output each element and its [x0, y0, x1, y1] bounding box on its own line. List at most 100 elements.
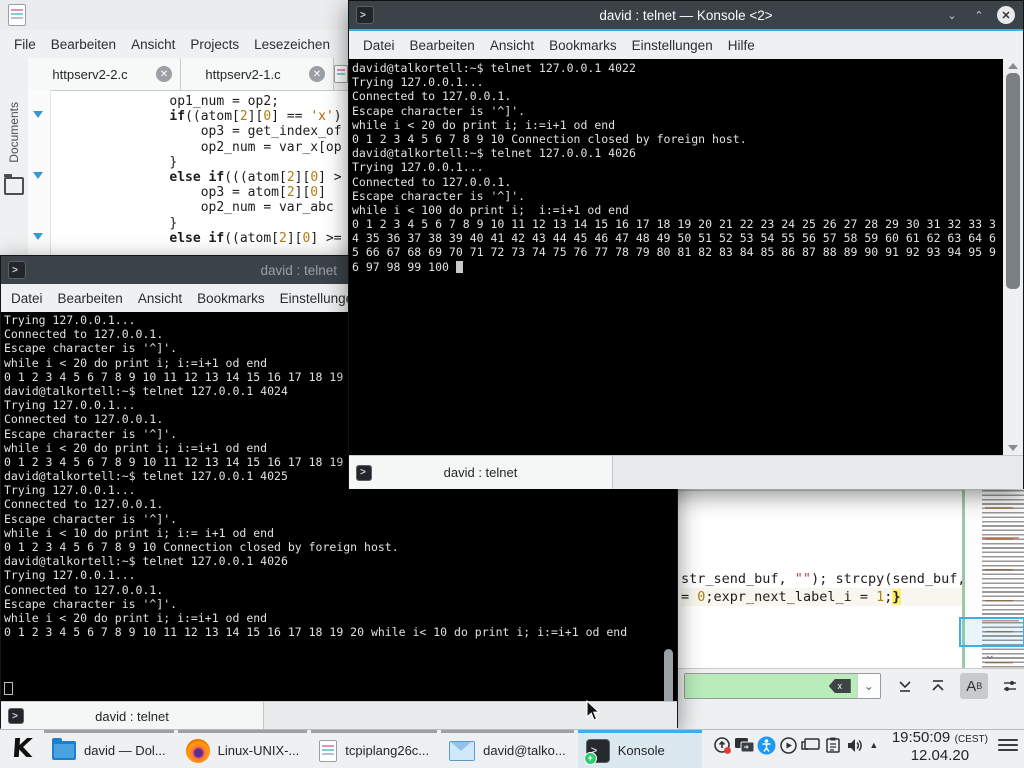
terminal-line: Connected to 127.0.0.1.	[352, 175, 1003, 189]
konsole-menu-item[interactable]: Bearbeiten	[58, 291, 123, 306]
konsole-icon: > +	[586, 739, 610, 763]
konsole-menu-item[interactable]: Ansicht	[490, 38, 534, 53]
fold-arrow-icon[interactable]	[33, 111, 43, 118]
terminal-line: david@talkortell:~$ telnet 127.0.0.1 402…	[352, 146, 1003, 160]
document-icon	[319, 740, 337, 762]
minimap-viewport[interactable]	[959, 617, 1024, 647]
tab-label: david : telnet	[349, 465, 612, 480]
scrollbar-track[interactable]	[1003, 59, 1023, 455]
terminal-line: Connected to 127.0.0.1.	[352, 89, 1003, 103]
konsole-menu-item[interactable]: Ansicht	[138, 291, 182, 306]
minimize-button[interactable]: ⌄	[943, 6, 961, 24]
scroll-down-icon[interactable]: ⌄	[984, 649, 996, 659]
close-button[interactable]: ✕	[997, 6, 1015, 24]
konsole-menu-item[interactable]: Datei	[363, 38, 395, 53]
terminal-line: david@talkortell:~$ telnet 127.0.0.1 402…	[4, 554, 677, 568]
clock-timezone: (CEST)	[955, 734, 988, 745]
find-previous-button[interactable]	[925, 673, 953, 699]
terminal-line: Escape character is '^]'.	[4, 512, 677, 526]
konsole-menu-item[interactable]: Einstellungen	[632, 38, 713, 53]
terminal-line: Connected to 127.0.0.1.	[4, 497, 677, 511]
firefox-icon	[186, 739, 210, 763]
terminal-tab[interactable]: > david : telnet	[1, 702, 264, 730]
kate-menu-item[interactable]: Ansicht	[131, 37, 175, 52]
terminal-line: Trying 127.0.0.1...	[352, 160, 1003, 174]
task-firefox[interactable]: Linux-UNIX-...	[178, 730, 308, 768]
search-history-dropdown-icon[interactable]: ⌄	[857, 674, 880, 698]
kate-menu-item[interactable]: File	[14, 37, 36, 52]
window-title: david : telnet	[260, 263, 337, 278]
terminal-line: Escape character is '^]'.	[352, 104, 1003, 118]
tab-httpserv2-2[interactable]: httpserv2-2.c ✕	[28, 58, 181, 90]
terminal-line: while i < 10 do print i; i:= i+1 od end	[4, 526, 677, 540]
task-document[interactable]: tcpiplang26c...	[311, 730, 437, 768]
scroll-down-icon[interactable]	[1008, 445, 1018, 451]
tab-httpserv2-1[interactable]: httpserv2-1.c ✕	[181, 58, 334, 90]
display-config-tray-icon[interactable]	[734, 730, 756, 760]
konsole-menu-item[interactable]: Bearbeiten	[410, 38, 475, 53]
digital-clock[interactable]: 19:50:09 (CEST) 12.04.20	[892, 730, 988, 768]
maximize-button[interactable]: ⌃	[970, 6, 988, 24]
terminal-line: 0 1 2 3 4 5 6 7 8 9 10 Connection closed…	[352, 132, 1003, 146]
folder-icon	[52, 741, 76, 760]
scrollbar-thumb[interactable]	[1006, 73, 1020, 289]
terminal-front[interactable]: david@talkortell:~$ telnet 127.0.0.1 402…	[349, 59, 1003, 455]
terminal-line: while i < 100 do print i; i:=i+1 od end	[352, 203, 1003, 217]
clock-time: 19:50:09	[892, 729, 950, 746]
terminal-line: 0 1 2 3 4 5 6 7 8 9 10 11 12 13 14 15 16…	[4, 625, 677, 639]
task-konsole[interactable]: > + Konsole	[578, 730, 702, 768]
updates-tray-icon[interactable]	[712, 730, 734, 760]
terminal-line: Escape character is '^]'.	[4, 597, 677, 611]
device-notifier-tray-icon[interactable]	[800, 730, 822, 760]
terminal-line	[4, 668, 677, 682]
search-input[interactable]: x ⌄	[684, 673, 881, 699]
documents-sidebar-tab[interactable]: Documents	[7, 102, 21, 163]
search-bar: x ⌄ AB	[656, 668, 1024, 703]
konsole-window-front: > david : telnet — Konsole <2> ⌄ ⌃ ✕ Dat…	[348, 0, 1024, 489]
application-launcher-button[interactable]: K	[0, 730, 44, 768]
kate-menu-item[interactable]: Lesezeichen	[254, 37, 330, 52]
task-dolphin[interactable]: david — Dol...	[44, 730, 174, 768]
terminal-line: Trying 127.0.0.1...	[352, 75, 1003, 89]
media-player-tray-icon[interactable]	[778, 730, 800, 760]
find-next-button[interactable]	[891, 673, 919, 699]
panel-settings-icon[interactable]	[998, 730, 1018, 760]
kate-menu-item[interactable]: Projects	[190, 37, 239, 52]
konsole-icon: >	[8, 261, 26, 279]
close-icon[interactable]: ✕	[156, 66, 172, 82]
clear-search-icon[interactable]: x	[829, 679, 851, 693]
konsole-back-tabbar: > david : telnet	[1, 701, 677, 730]
konsole-menu-item[interactable]: Hilfe	[728, 38, 755, 53]
terminal-line	[4, 639, 677, 653]
terminal-line	[4, 654, 677, 668]
document-icon	[8, 4, 26, 26]
terminal-line: Trying 127.0.0.1...	[4, 568, 677, 582]
close-icon[interactable]: ✕	[309, 66, 325, 82]
konsole-menu-item[interactable]: Bookmarks	[197, 291, 265, 306]
filesystem-icon[interactable]	[4, 177, 24, 195]
konsole-menu-item[interactable]: Datei	[11, 291, 43, 306]
scroll-up-icon[interactable]	[1008, 63, 1018, 69]
konsole-front-titlebar[interactable]: > david : telnet — Konsole <2> ⌄ ⌃ ✕	[349, 1, 1023, 29]
terminal-line: while i < 20 do print i; i:=i+1 od end	[4, 611, 677, 625]
scrollbar-thumb[interactable]	[664, 649, 673, 701]
clipboard-tray-icon[interactable]	[822, 730, 844, 760]
fold-arrow-icon[interactable]	[33, 233, 43, 240]
plus-badge: +	[584, 752, 597, 765]
match-case-button[interactable]: AB	[960, 673, 988, 699]
task-mail[interactable]: david@talko...	[441, 730, 574, 768]
match-case-sup: B	[976, 681, 982, 691]
volume-tray-icon[interactable]	[844, 730, 866, 760]
tab-label: httpserv2-1.c	[181, 67, 305, 82]
window-title: david : telnet — Konsole <2>	[349, 8, 1023, 23]
fold-arrow-icon[interactable]	[33, 172, 43, 179]
accessibility-tray-icon[interactable]	[756, 730, 778, 760]
code-area[interactable]: str_send_buf, ""); strcpy(send_buf,= 0;e…	[666, 490, 964, 670]
terminal-tab[interactable]: > david : telnet	[349, 456, 613, 489]
search-options-button[interactable]	[996, 673, 1024, 699]
konsole-menu-item[interactable]: Bookmarks	[549, 38, 617, 53]
kde-logo-icon: K	[11, 734, 33, 764]
kate-menu-item[interactable]: Bearbeiten	[51, 37, 116, 52]
terminal-line: david@talkortell:~$ telnet 127.0.0.1 402…	[352, 61, 1003, 75]
tray-expander-icon[interactable]: ▲	[866, 730, 882, 760]
